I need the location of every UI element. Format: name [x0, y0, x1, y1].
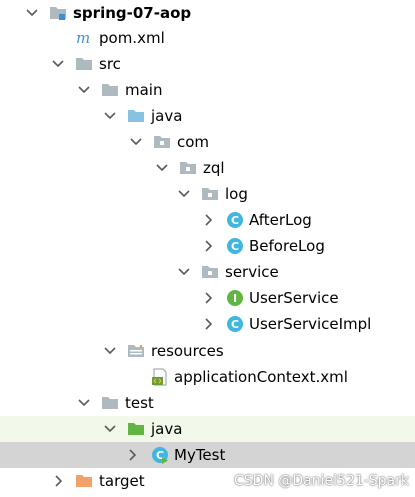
tree-row-pom[interactable]: m pom.xml — [0, 25, 415, 51]
chevron-down-icon[interactable] — [101, 106, 119, 126]
excluded-folder-icon — [75, 472, 93, 490]
tree-row-userservice[interactable]: I UserService — [0, 285, 415, 311]
file-label: applicationContext.xml — [174, 368, 348, 386]
chevron-right-icon[interactable] — [199, 210, 217, 230]
resources-folder-icon — [127, 342, 145, 360]
tree-row-log[interactable]: log — [0, 181, 415, 207]
chevron-right-icon[interactable] — [123, 445, 141, 465]
tree-row-userserviceimpl[interactable]: C UserServiceImpl — [0, 311, 415, 337]
file-label: pom.xml — [99, 29, 165, 47]
class-label: BeforeLog — [249, 237, 325, 255]
svg-text:C: C — [231, 214, 239, 227]
tree-row-afterlog[interactable]: C AfterLog — [0, 207, 415, 233]
class-icon: C — [226, 237, 244, 255]
interface-icon: I — [226, 289, 244, 307]
class-icon: C — [226, 211, 244, 229]
spring-xml-icon — [151, 368, 169, 386]
chevron-down-icon[interactable] — [101, 341, 119, 361]
tree-row-main[interactable]: main — [0, 77, 415, 103]
package-label: zql — [203, 159, 225, 177]
class-icon: C — [226, 315, 244, 333]
package-label: service — [225, 263, 279, 281]
folder-label: target — [99, 472, 145, 490]
watermark-text: CSDN @Daniel521-Spark — [234, 473, 409, 489]
folder-label: test — [125, 394, 154, 412]
tree-row-zql[interactable]: zql — [0, 155, 415, 181]
chevron-down-icon[interactable] — [153, 158, 171, 178]
tree-row-src[interactable]: src — [0, 51, 415, 77]
svg-text:C: C — [231, 240, 239, 253]
package-label: com — [177, 133, 210, 151]
folder-label: resources — [151, 342, 224, 360]
tree-row-com[interactable]: com — [0, 129, 415, 155]
package-icon — [201, 263, 219, 281]
project-name-label: spring-07-aop — [73, 4, 192, 22]
package-icon — [201, 185, 219, 203]
chevron-down-icon[interactable] — [101, 419, 119, 439]
package-icon — [153, 133, 171, 151]
maven-icon: m — [75, 29, 93, 47]
chevron-down-icon[interactable] — [23, 3, 41, 23]
tree-row-mytest[interactable]: C MyTest — [0, 442, 415, 468]
tree-row-service[interactable]: service — [0, 259, 415, 285]
folder-label: java — [151, 420, 183, 438]
svg-text:m: m — [76, 29, 90, 47]
tree-row-beforelog[interactable]: C BeforeLog — [0, 233, 415, 259]
chevron-down-icon[interactable] — [175, 184, 193, 204]
class-label: UserServiceImpl — [249, 315, 372, 333]
class-label: MyTest — [174, 446, 226, 464]
package-label: log — [225, 185, 248, 203]
chevron-right-icon[interactable] — [199, 236, 217, 256]
test-class-icon: C — [151, 446, 169, 464]
tree-row-appcontext[interactable]: applicationContext.xml — [0, 364, 415, 390]
folder-icon — [101, 394, 119, 412]
chevron-right-icon[interactable] — [199, 314, 217, 334]
folder-icon — [101, 81, 119, 99]
tree-row-test[interactable]: test — [0, 390, 415, 416]
module-folder-icon — [49, 4, 67, 22]
folder-label: src — [99, 55, 121, 73]
tree-row-project[interactable]: spring-07-aop — [0, 0, 415, 26]
source-folder-icon — [127, 107, 145, 125]
project-tree: spring-07-aop m pom.xml src main java co… — [0, 0, 415, 497]
chevron-down-icon[interactable] — [175, 262, 193, 282]
chevron-down-icon[interactable] — [127, 132, 145, 152]
folder-icon — [75, 55, 93, 73]
test-folder-icon — [127, 420, 145, 438]
tree-row-main-java[interactable]: java — [0, 103, 415, 129]
folder-label: main — [125, 81, 163, 99]
class-label: AfterLog — [249, 211, 312, 229]
chevron-right-icon[interactable] — [49, 471, 67, 491]
tree-row-resources[interactable]: resources — [0, 338, 415, 364]
tree-row-test-java[interactable]: java — [0, 416, 415, 442]
chevron-down-icon[interactable] — [49, 54, 67, 74]
chevron-down-icon[interactable] — [75, 80, 93, 100]
chevron-right-icon[interactable] — [199, 288, 217, 308]
interface-label: UserService — [249, 289, 339, 307]
folder-label: java — [151, 107, 183, 125]
package-icon — [179, 159, 197, 177]
svg-text:C: C — [231, 318, 239, 331]
chevron-down-icon[interactable] — [75, 393, 93, 413]
svg-text:I: I — [233, 292, 237, 305]
